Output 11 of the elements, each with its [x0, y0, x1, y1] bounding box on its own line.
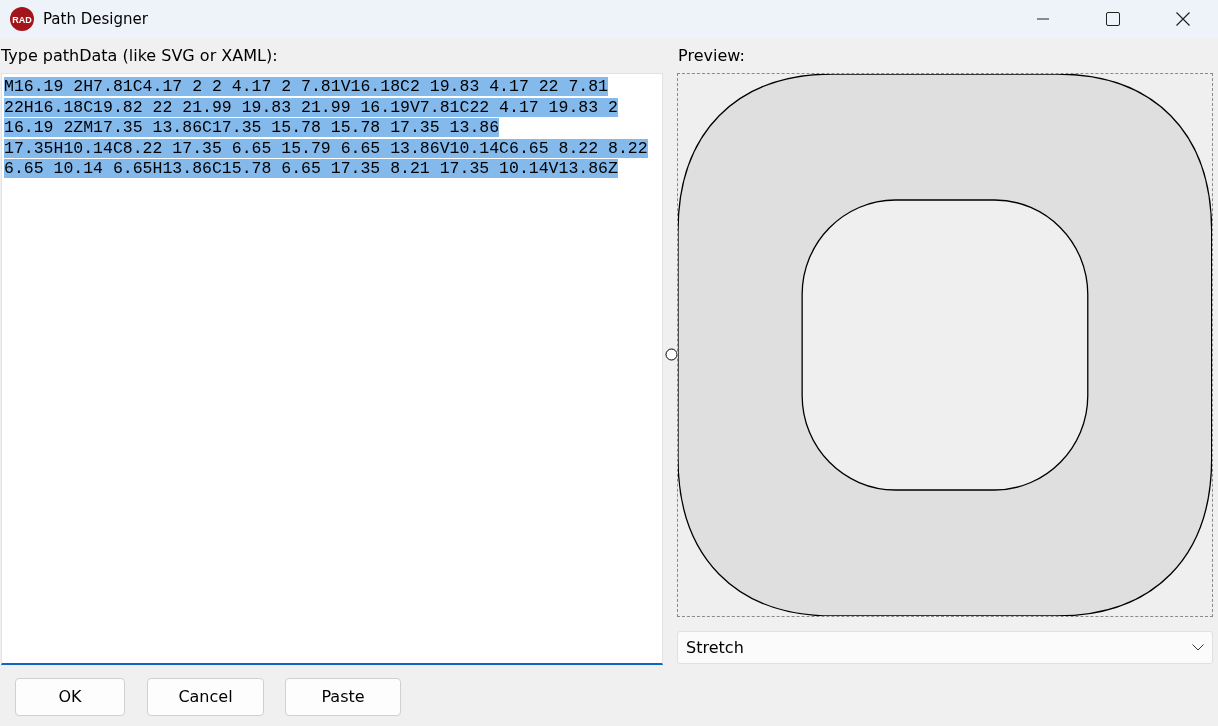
dialog-button[interactable]: Paste [285, 678, 401, 716]
dialog-button[interactable]: Cancel [147, 678, 264, 716]
logo-letters: RAD [12, 14, 32, 25]
chevron-down-icon [1192, 644, 1204, 651]
preview-label: Preview: [678, 46, 745, 65]
window-title: Path Designer [43, 8, 148, 30]
dialog-button[interactable]: OK [15, 678, 125, 716]
splitter-handle-icon[interactable] [665, 347, 678, 361]
path-data-label: Type pathData (like SVG or XAML): [1, 46, 278, 65]
stretch-dropdown[interactable]: Stretch [677, 631, 1213, 664]
path-data-field[interactable]: M16.19 2H7.81C4.17 2 2 4.17 2 7.81V16.18C2 19.83 4.17 22 7.81 22H16.18C19.82 22 21.99 19.83 21.99 16.19V7.81C22 4.17 19.83 2 16.19 2ZM17.35 13.86C17.35 15.78 15.78 17.35 13.86 17.35H10.14C8.22 17.35 6.65 15.79 6.65 13.86V10.14C6.65 8.22 8.22 6.65 10.14 6.65H13.86C15.78 6.65 17.35 8.21 17.35 10.14V13.86Z [1, 73, 664, 665]
